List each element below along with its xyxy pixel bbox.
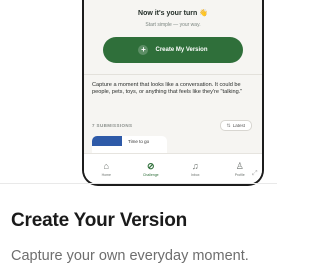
section-divider <box>0 183 277 184</box>
submissions-count: 7 SUBMISSIONS <box>92 123 133 128</box>
tab-profile[interactable]: ♙ Profile <box>225 161 255 177</box>
prompt-card: Now it's your turn 👋 Start simple — your … <box>93 0 253 70</box>
submission-title: Time to go <box>128 139 150 144</box>
tab-challenge-label: Challenge <box>142 173 159 177</box>
challenge-check-icon: ⊘ <box>146 161 155 171</box>
prompt-subtitle: Start simple — your way. <box>145 22 201 28</box>
expand-icon[interactable]: ⤢ <box>252 170 260 178</box>
submissions-header: 7 SUBMISSIONS ⇅ Latest <box>92 120 252 131</box>
home-icon: ⌂ <box>103 161 109 171</box>
tab-inbox[interactable]: ♫ Inbox <box>180 161 210 177</box>
bell-icon: ♫ <box>191 161 199 171</box>
plus-icon: + <box>138 45 149 55</box>
challenge-description: Capture a moment that looks like a conve… <box>92 82 243 95</box>
create-my-version-button[interactable]: + Create My Version <box>103 37 243 63</box>
waving-hand-icon: 👋 <box>199 10 208 17</box>
prompt-title-text: Now it's your turn <box>138 10 198 17</box>
tab-profile-label: Profile <box>234 173 245 177</box>
page-subtitle: Capture your own everyday moment. <box>11 248 249 264</box>
sort-latest-button[interactable]: ⇅ Latest <box>219 120 252 131</box>
divider <box>84 74 262 75</box>
sort-latest-label: Latest <box>232 123 245 128</box>
app-preview: Now it's your turn 👋 Start simple — your … <box>0 0 277 186</box>
page-title: Create Your Version <box>11 210 188 231</box>
create-my-version-label: Create My Version <box>155 47 208 53</box>
profile-icon: ♙ <box>235 161 244 171</box>
tab-home-label: Home <box>101 173 111 177</box>
tab-challenge[interactable]: ⊘ Challenge <box>136 161 166 177</box>
tab-home[interactable]: ⌂ Home <box>91 161 121 177</box>
tab-inbox-label: Inbox <box>190 173 200 177</box>
submission-thumbnail <box>92 136 122 146</box>
prompt-title: Now it's your turn 👋 <box>93 9 253 17</box>
tab-bar: ⌂ Home ⊘ Challenge ♫ Inbox ♙ Profile <box>84 153 262 184</box>
phone-mockup: Now it's your turn 👋 Start simple — your … <box>82 0 264 186</box>
sort-icon: ⇅ <box>226 123 231 129</box>
